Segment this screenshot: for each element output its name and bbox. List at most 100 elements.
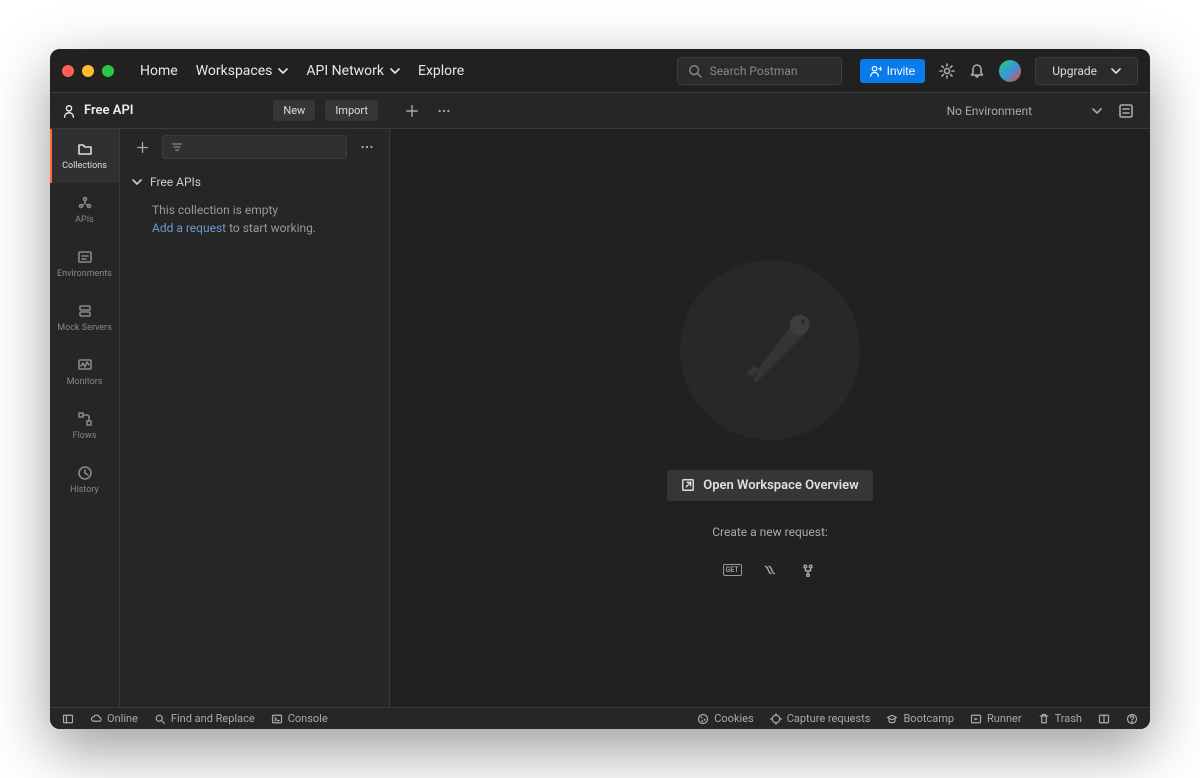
invite-label: Invite — [887, 64, 916, 78]
postman-icon — [715, 295, 825, 405]
rail-mock-servers[interactable]: Mock Servers — [50, 291, 119, 345]
folder-label: Free APIs — [150, 175, 201, 189]
panes-icon — [1098, 713, 1110, 725]
plus-icon — [136, 141, 149, 154]
person-add-icon — [870, 65, 882, 77]
create-websocket-request[interactable] — [761, 563, 779, 577]
cookies-button[interactable]: Cookies — [697, 712, 753, 725]
create-request-label: Create a new request: — [712, 525, 828, 539]
rail-flows[interactable]: Flows — [50, 399, 119, 453]
environments-icon — [77, 249, 93, 265]
rail-apis[interactable]: APIs — [50, 183, 119, 237]
rail-history[interactable]: History — [50, 453, 119, 507]
cookie-icon — [697, 713, 709, 725]
rail-label: Monitors — [67, 377, 103, 387]
rail-label: Environments — [57, 269, 112, 279]
capture-button[interactable]: Capture requests — [770, 712, 871, 725]
rail-label: Flows — [73, 431, 97, 441]
rail-label: Mock Servers — [57, 323, 112, 333]
two-pane-button[interactable] — [1098, 713, 1110, 725]
rail-environments[interactable]: Environments — [50, 237, 119, 291]
new-button[interactable]: New — [273, 100, 315, 121]
bell-icon — [969, 63, 985, 79]
subheader: Free API New Import No Environment — [50, 93, 1150, 129]
runner-label: Runner — [987, 712, 1022, 725]
workspace-name[interactable]: Free API — [62, 103, 263, 118]
sidebar-icon — [62, 713, 74, 725]
header-right: Invite Upgrade — [860, 57, 1138, 85]
server-icon — [77, 303, 93, 319]
tab-options-button[interactable] — [432, 99, 456, 123]
app-window: Home Workspaces API Network Explore Sear… — [50, 49, 1150, 729]
person-icon — [62, 104, 76, 118]
search-icon — [154, 713, 166, 725]
help-icon — [1126, 713, 1138, 725]
websocket-icon — [762, 563, 778, 577]
environment-icon — [1118, 103, 1134, 119]
import-button[interactable]: Import — [325, 100, 378, 121]
help-button[interactable] — [1126, 713, 1138, 725]
trash-button[interactable]: Trash — [1038, 712, 1082, 725]
minimize-window-button[interactable] — [82, 65, 94, 77]
upgrade-button[interactable]: Upgrade — [1035, 57, 1138, 85]
notifications-button[interactable] — [969, 63, 985, 79]
trash-icon — [1038, 713, 1050, 725]
chevron-down-icon — [1092, 106, 1102, 116]
settings-button[interactable] — [939, 63, 955, 79]
nav-workspaces[interactable]: Workspaces — [196, 63, 289, 79]
new-tab-button[interactable] — [400, 99, 424, 123]
open-workspace-overview-button[interactable]: Open Workspace Overview — [667, 470, 873, 501]
search-input[interactable]: Search Postman — [677, 57, 842, 85]
nav-home[interactable]: Home — [140, 63, 178, 79]
environment-quick-look[interactable] — [1114, 99, 1138, 123]
search-icon — [688, 64, 702, 78]
chevron-down-icon — [1111, 66, 1121, 76]
search-placeholder: Search Postman — [710, 64, 798, 78]
close-window-button[interactable] — [62, 65, 74, 77]
bootcamp-button[interactable]: Bootcamp — [886, 712, 954, 725]
create-grpc-request[interactable] — [799, 563, 817, 577]
tree-folder[interactable]: Free APIs — [130, 169, 379, 195]
cloud-icon — [90, 713, 102, 725]
toggle-sidebar-button[interactable] — [62, 713, 74, 725]
avatar[interactable] — [999, 60, 1021, 82]
overview-label: Open Workspace Overview — [703, 478, 859, 493]
find-replace-button[interactable]: Find and Replace — [154, 712, 255, 725]
postman-logo — [680, 260, 860, 440]
get-badge: GET — [723, 564, 742, 576]
chevron-down-icon — [278, 66, 288, 76]
left-rail: Collections APIs Environments Mock Serve… — [50, 129, 120, 707]
nav-api-network[interactable]: API Network — [306, 63, 400, 79]
grpc-icon — [801, 563, 815, 577]
history-icon — [77, 465, 93, 481]
rail-collections[interactable]: Collections — [50, 129, 119, 183]
online-label: Online — [107, 712, 138, 725]
empty-suffix: to start working. — [226, 221, 316, 235]
environment-selector[interactable]: No Environment — [947, 104, 1102, 118]
nav-workspaces-label: Workspaces — [196, 63, 273, 79]
bootcamp-icon — [886, 713, 898, 725]
add-request-link[interactable]: Add a request — [152, 221, 226, 235]
online-status[interactable]: Online — [90, 712, 138, 725]
invite-button[interactable]: Invite — [860, 59, 926, 83]
subheader-left: Free API New Import — [50, 93, 390, 128]
plus-icon — [405, 104, 419, 118]
find-label: Find and Replace — [171, 712, 255, 725]
folder-icon — [77, 141, 93, 157]
capture-label: Capture requests — [787, 712, 871, 725]
filter-input[interactable] — [162, 135, 347, 159]
open-icon — [681, 478, 695, 492]
subheader-right: No Environment — [935, 99, 1150, 123]
rail-label: APIs — [75, 215, 94, 225]
runner-button[interactable]: Runner — [970, 712, 1022, 725]
console-label: Console — [288, 712, 328, 725]
nav-explore[interactable]: Explore — [418, 63, 464, 79]
maximize-window-button[interactable] — [102, 65, 114, 77]
create-collection-button[interactable] — [130, 135, 154, 159]
sidebar-options-button[interactable] — [355, 135, 379, 159]
console-button[interactable]: Console — [271, 712, 328, 725]
monitor-icon — [77, 357, 93, 373]
create-http-request[interactable]: GET — [723, 563, 741, 577]
rail-monitors[interactable]: Monitors — [50, 345, 119, 399]
cookies-label: Cookies — [714, 712, 753, 725]
